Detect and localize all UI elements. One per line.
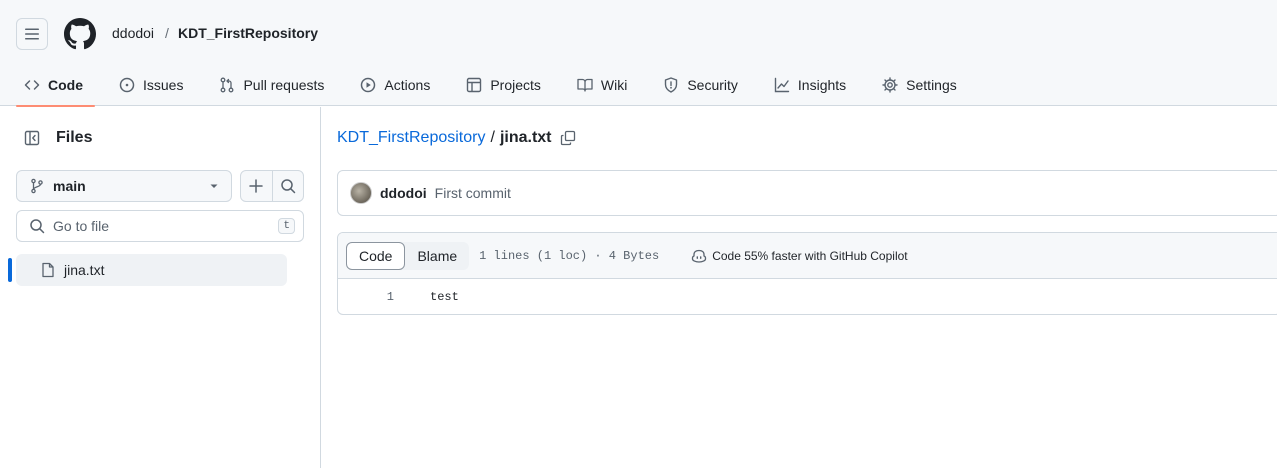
copilot-promo-text: Code 55% faster with GitHub Copilot: [712, 248, 908, 263]
branch-selector[interactable]: main: [16, 170, 232, 202]
play-icon: [361, 77, 376, 93]
gear-icon: [882, 77, 898, 93]
issue-opened-icon: [119, 77, 135, 93]
view-code-button[interactable]: Code: [346, 241, 406, 270]
tab-wiki[interactable]: Wiki: [553, 64, 639, 106]
search-icon: [30, 219, 45, 234]
tree-item-file[interactable]: jina.txt: [16, 254, 287, 286]
search-icon: [281, 179, 296, 194]
git-branch-icon: [31, 178, 43, 194]
files-heading: Files: [56, 129, 93, 146]
breadcrumb-repo-link[interactable]: KDT_FirstRepository: [337, 129, 485, 147]
view-blame-button[interactable]: Blame: [405, 242, 469, 270]
file-actions-group: [240, 170, 304, 202]
tab-security[interactable]: Security: [639, 64, 750, 106]
tab-insights[interactable]: Insights: [750, 64, 858, 106]
line-number[interactable]: 1: [338, 290, 394, 304]
graph-icon: [774, 77, 790, 93]
tab-label: Code: [48, 77, 83, 93]
hamburger-icon: [25, 28, 39, 40]
tab-label: Projects: [490, 77, 541, 93]
file-header: Code Blame 1 lines (1 loc) · 4 Bytes Cod…: [338, 233, 1277, 279]
code-line: 1 test: [338, 279, 1277, 314]
go-to-file-field[interactable]: t: [16, 210, 304, 242]
file-info: 1 lines (1 loc) · 4 Bytes: [479, 248, 660, 263]
tab-label: Issues: [143, 77, 184, 93]
copilot-icon: [692, 249, 707, 263]
commit-author[interactable]: ddodoi: [380, 185, 427, 201]
tab-issues[interactable]: Issues: [95, 64, 195, 106]
owner-link[interactable]: ddodoi: [112, 25, 154, 41]
tab-actions[interactable]: Actions: [336, 64, 442, 106]
git-pull-request-icon: [221, 77, 234, 93]
commit-message[interactable]: First commit: [435, 185, 511, 201]
file-tree-sidebar: Files main t: [0, 107, 321, 468]
add-file-button[interactable]: [241, 171, 272, 201]
repo-header: ddodoi / KDT_FirstRepository Code Issues…: [0, 0, 1277, 107]
tab-label: Settings: [906, 77, 957, 93]
tab-label: Security: [687, 77, 738, 93]
tab-code[interactable]: Code: [0, 64, 95, 107]
plus-icon: [249, 179, 264, 193]
selected-item-marker: [8, 258, 12, 282]
keyboard-shortcut-hint: t: [278, 218, 295, 234]
copy-path-button[interactable]: [560, 130, 576, 146]
table-icon: [467, 77, 482, 93]
go-to-file-input[interactable]: [53, 218, 271, 234]
sidebar-collapse-icon: [24, 130, 40, 146]
breadcrumb-separator: /: [490, 129, 495, 146]
avatar[interactable]: [350, 182, 372, 204]
breadcrumb-separator: /: [165, 25, 169, 41]
tab-label: Wiki: [600, 77, 628, 93]
breadcrumb-file-name: jina.txt: [499, 129, 552, 146]
tree-item-label: jina.txt: [64, 262, 105, 278]
copy-icon: [560, 130, 575, 146]
code-icon: [24, 80, 40, 90]
menu-button[interactable]: [16, 18, 48, 50]
latest-commit-bar: ddodoi First commit: [337, 170, 1277, 216]
collapse-sidebar-button[interactable]: [16, 122, 48, 154]
repo-nav: Code Issues Pull requests Actions Projec…: [0, 64, 969, 107]
tab-label: Insights: [797, 77, 847, 93]
file-breadcrumb: KDT_FirstRepository / jina.txt: [337, 129, 576, 147]
tab-label: Pull requests: [243, 77, 325, 93]
tab-label: Actions: [384, 77, 431, 93]
file-viewer: Code Blame 1 lines (1 loc) · 4 Bytes Cod…: [337, 232, 1277, 315]
tab-settings[interactable]: Settings: [858, 64, 969, 106]
view-toggle: Code Blame: [346, 241, 470, 270]
search-files-button[interactable]: [271, 171, 303, 201]
book-icon: [577, 78, 593, 92]
file-icon: [42, 262, 54, 278]
branch-name: main: [53, 178, 86, 194]
repo-link[interactable]: KDT_FirstRepository: [178, 25, 318, 41]
github-logo-icon[interactable]: [64, 18, 96, 50]
line-content: test: [430, 290, 459, 304]
triangle-down-icon: [210, 184, 218, 188]
shield-icon: [665, 77, 678, 93]
tab-projects[interactable]: Projects: [442, 64, 553, 106]
copilot-promo-link[interactable]: Code 55% faster with GitHub Copilot: [691, 248, 908, 264]
tab-pull-requests[interactable]: Pull requests: [195, 64, 336, 106]
